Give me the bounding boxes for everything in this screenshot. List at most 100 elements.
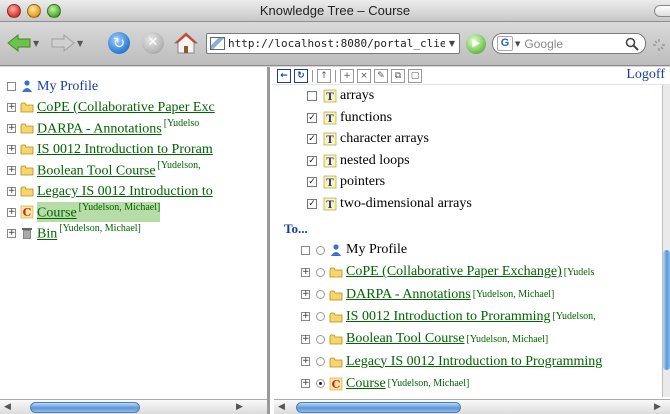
toolbar-toggle-button[interactable]	[654, 5, 670, 17]
expand-toggle[interactable]	[7, 102, 16, 112]
forward-history-dropdown-icon[interactable]: ▼	[77, 39, 83, 48]
tree-item-label[interactable]: My Profile	[37, 79, 98, 94]
left-horizontal-scrollbar[interactable]: ◀ ▶	[0, 399, 267, 414]
target-label[interactable]: My Profile	[346, 242, 407, 258]
tree-item[interactable]: Boolean Tool Course[Yudelson,	[7, 160, 201, 180]
concept-label: nested loops	[340, 152, 410, 168]
concept-icon: T	[323, 111, 337, 125]
magnifier-icon[interactable]	[625, 37, 639, 51]
expand-toggle[interactable]	[301, 357, 310, 366]
up-level-button[interactable]: ↑	[317, 68, 331, 83]
tree-item-author: [Yudelso	[163, 118, 200, 130]
folder-icon	[329, 267, 343, 278]
reload-button[interactable]: ↻	[108, 32, 130, 54]
search-engine-dropdown-icon[interactable]: ▼	[515, 40, 520, 48]
stop-button[interactable]: ✕	[142, 32, 164, 54]
tree-item-label[interactable]: Course	[37, 206, 77, 221]
refresh-nav-button[interactable]: ↻	[294, 68, 308, 83]
tree-item-label[interactable]: IS 0012 Introduction to Proram	[37, 142, 213, 157]
svg-text:C: C	[23, 206, 32, 219]
concept-checkbox[interactable]: ✓	[307, 177, 317, 187]
tree-item-label[interactable]: Boolean Tool Course	[37, 164, 156, 179]
scroll-left-icon[interactable]: ◀	[278, 402, 285, 412]
target-label[interactable]: CoPE (Collaborative Paper Exchange)	[346, 264, 562, 280]
tree-item-label[interactable]: DARPA - Annotations	[37, 122, 162, 137]
concept-icon: T	[323, 197, 337, 211]
target-label[interactable]: Legacy IS 0012 Introduction to Programmi…	[346, 354, 602, 370]
add-item-button[interactable]: +	[340, 68, 354, 83]
target-item: CoPE (Collaborative Paper Exchange)[Yude…	[301, 261, 594, 283]
target-radio[interactable]	[316, 312, 325, 322]
home-button[interactable]	[174, 31, 198, 55]
tree-item[interactable]: My Profile	[7, 76, 98, 96]
address-text[interactable]: http://localhost:8080/portal_clie	[228, 37, 445, 50]
concept-checkbox[interactable]	[307, 91, 317, 101]
edit-item-button[interactable]: ✎	[374, 68, 388, 83]
tree-item[interactable]: IS 0012 Introduction to Proram	[7, 139, 213, 159]
address-bar[interactable]: http://localhost:8080/portal_clie ▼	[206, 33, 460, 54]
concept-checkbox[interactable]: ✓	[307, 155, 317, 166]
concept-item: ✓ Tpointers	[307, 172, 385, 192]
target-radio[interactable]	[316, 267, 325, 277]
tree-item[interactable]: DARPA - Annotations[Yudelso	[7, 118, 199, 138]
target-label[interactable]: IS 0012 Introduction to Proramming	[346, 309, 551, 325]
expand-toggle[interactable]	[301, 312, 310, 322]
back-nav-button[interactable]: ←	[277, 68, 291, 83]
expand-toggle[interactable]	[301, 290, 310, 300]
folder-icon	[20, 186, 34, 197]
target-radio[interactable]	[316, 334, 325, 344]
target-radio[interactable]	[316, 290, 325, 300]
delete-item-button[interactable]: ×	[357, 68, 371, 83]
tree-item[interactable]: Legacy IS 0012 Introduction to	[7, 181, 213, 201]
tree-item-label[interactable]: Bin	[37, 227, 57, 242]
target-label[interactable]: Course	[346, 376, 386, 392]
target-radio[interactable]	[316, 379, 325, 389]
go-button[interactable]: ▶	[466, 34, 486, 54]
search-placeholder[interactable]: Google	[524, 37, 625, 51]
tree-item[interactable]: C Course[Yudelson, Michael]	[7, 202, 161, 222]
tree-item[interactable]: Bin[Yudelson, Michael]	[7, 223, 141, 243]
target-label[interactable]: Boolean Tool Course	[346, 331, 465, 347]
left-scroll-thumb[interactable]	[30, 402, 140, 413]
back-history-dropdown-icon[interactable]: ▼	[33, 39, 39, 48]
target-label[interactable]: DARPA - Annotations	[346, 287, 471, 303]
target-radio[interactable]	[316, 357, 325, 366]
tree-item-label[interactable]: CoPE (Collaborative Paper Exc	[37, 100, 215, 115]
expand-toggle[interactable]	[7, 165, 16, 175]
scroll-left-icon[interactable]: ◀	[4, 402, 11, 412]
paste-item-button[interactable]: ▢	[408, 68, 422, 83]
logoff-link[interactable]: Logoff	[626, 67, 665, 83]
concept-checkbox[interactable]: ✓	[307, 112, 317, 123]
right-editor-pane: ← ↻ ↑ + × ✎ ⧉ ▢ Logoff Tarrays ✓ Tfunction…	[274, 67, 670, 414]
svg-text:T: T	[326, 178, 334, 189]
concept-checkbox[interactable]: ✓	[307, 134, 317, 144]
tree-item-label-wrap: My Profile	[37, 77, 98, 95]
right-scroll-thumb[interactable]	[296, 402, 461, 413]
target-item: IS 0012 Introduction to Proramming[Yudel…	[301, 306, 596, 328]
back-button[interactable]: ▼	[6, 32, 39, 54]
left-tree-pane: My Profile CoPE (Collaborative Paper Exc D…	[0, 67, 270, 414]
scroll-right-icon[interactable]: ▶	[654, 402, 661, 412]
expand-toggle[interactable]	[7, 144, 16, 154]
tree-item-label[interactable]: Legacy IS 0012 Introduction to	[37, 184, 213, 199]
scroll-right-icon[interactable]: ▶	[236, 402, 243, 412]
address-dropdown-icon[interactable]: ▼	[445, 39, 459, 48]
tree-item[interactable]: CoPE (Collaborative Paper Exc	[7, 97, 215, 117]
expand-toggle[interactable]	[301, 334, 310, 344]
target-radio[interactable]	[316, 245, 325, 255]
expand-toggle[interactable]	[301, 379, 310, 389]
expand-toggle[interactable]	[7, 207, 16, 217]
expand-toggle[interactable]	[301, 267, 310, 277]
concept-checkbox[interactable]: ✓	[307, 198, 317, 209]
concept-icon: T	[323, 154, 337, 168]
search-box[interactable]: G ▼ Google	[492, 33, 646, 54]
expand-toggle[interactable]	[7, 228, 16, 238]
right-horizontal-scrollbar[interactable]: ◀ ▶	[274, 399, 670, 414]
forward-button[interactable]: ▼	[50, 32, 83, 54]
copy-item-button[interactable]: ⧉	[391, 68, 405, 83]
expand-toggle[interactable]	[7, 186, 16, 196]
right-vertical-scrollbar[interactable]	[662, 85, 670, 397]
right-vscroll-thumb[interactable]	[663, 250, 670, 370]
search-engine-icon[interactable]: G	[497, 36, 513, 51]
expand-toggle[interactable]	[7, 123, 16, 133]
